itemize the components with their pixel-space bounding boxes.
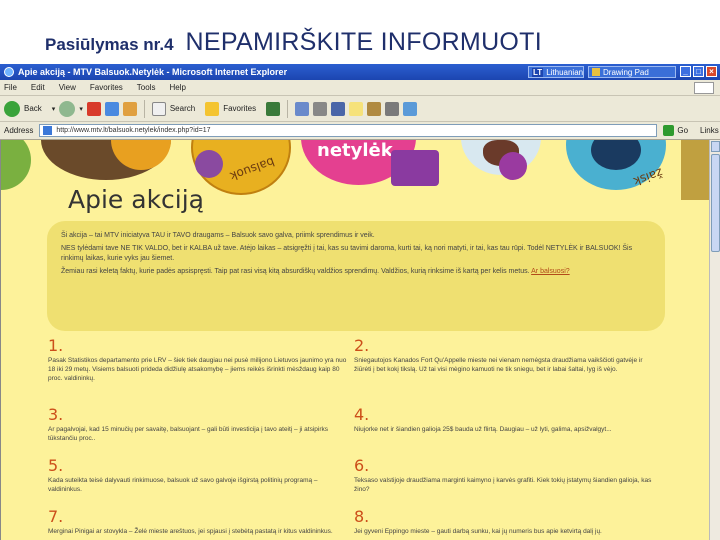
fact-item: 4. Niujorke net ir šiandien galioja 25$ …	[354, 405, 654, 434]
slide-title: Pasiūlymas nr.4 NEPAMIRŠKITE INFORMUOTI	[45, 28, 542, 64]
toolbar: Back ▾ ▾ Search Favorites	[0, 96, 720, 122]
banner-purple-dot-2	[499, 152, 527, 180]
edit-icon[interactable]	[331, 101, 346, 116]
fact-number: 2.	[354, 336, 370, 355]
back-arrow-icon[interactable]	[4, 100, 20, 117]
slide-title-prefix: Pasiūlymas nr.4	[45, 35, 174, 54]
window-title: Apie akciją - MTV Balsuok.Netylėk - Micr…	[18, 67, 288, 77]
go-arrow-icon	[663, 125, 675, 136]
windows-flag-icon	[694, 81, 714, 94]
menu-bar: File Edit View Favorites Tools Help	[0, 80, 720, 96]
history-icon[interactable]	[266, 101, 281, 116]
banner-green-left	[1, 140, 31, 190]
intro-paragraph: Ši akcija – tai MTV iniciatyva TAU ir TA…	[61, 232, 375, 239]
back-dropdown-icon[interactable]: ▾	[52, 105, 56, 113]
page-heading: Apie akciją	[68, 185, 204, 214]
fact-number: 7.	[48, 507, 64, 526]
fact-text: Merginai Pinigai ar stovykla – Želė mies…	[48, 528, 333, 535]
language-bar-lithuanian[interactable]: LT Lithuanian	[528, 66, 584, 78]
mtv-logo-box	[391, 150, 439, 186]
search-icon[interactable]	[151, 101, 166, 116]
internet-explorer-icon	[4, 67, 14, 77]
fact-number: 6.	[354, 456, 370, 475]
users-icon[interactable]	[403, 101, 418, 116]
menu-file[interactable]: File	[4, 83, 17, 92]
fact-text: Jei gyveni Eppingo mieste – gauti darbą …	[354, 528, 602, 535]
fact-number: 4.	[354, 405, 370, 424]
fact-number: 3.	[48, 405, 64, 424]
address-input[interactable]: http://www.mtv.lt/balsuok.netylek/index.…	[39, 124, 658, 137]
intro-paragraph: NES tylėdami tave NE TIK VALDO, bet ir K…	[61, 245, 633, 262]
fact-item: 1. Pasak Statistikos departamento prie L…	[48, 336, 348, 383]
drawing-pad-icon	[592, 68, 600, 76]
address-bar: Address http://www.mtv.lt/balsuok.netyle…	[0, 122, 720, 140]
folder-icon[interactable]	[349, 101, 364, 116]
menu-edit[interactable]: Edit	[31, 83, 45, 92]
fact-text: Niujorke net ir šiandien galioja 25$ bau…	[354, 426, 612, 433]
address-label: Address	[4, 126, 34, 135]
fact-item: 6. Teksaso valstijoje draudžiama margint…	[354, 456, 654, 494]
banner-right-edge	[681, 140, 709, 200]
fact-number: 5.	[48, 456, 64, 475]
intro-paragraph: Žemiau rasi keletą faktų, kurie padės ap…	[61, 268, 570, 275]
mail-icon[interactable]	[295, 101, 310, 116]
forward-dropdown-icon[interactable]: ▾	[79, 105, 83, 113]
banner-purple-dot	[195, 150, 223, 178]
fact-item: 5. Kada suteikta teisė dalyvauti rinkimu…	[48, 456, 348, 494]
research-icon[interactable]	[367, 101, 382, 116]
scrollbar-thumb[interactable]	[711, 154, 720, 252]
back-button[interactable]: Back	[24, 104, 42, 113]
title-bar: Apie akciją - MTV Balsuok.Netylėk - Micr…	[0, 64, 720, 80]
print-icon[interactable]	[313, 101, 328, 116]
fact-text: Sniegautojos Kanados Fort Qu'Appelle mie…	[354, 357, 643, 373]
menu-help[interactable]: Help	[169, 83, 185, 92]
minimize-button[interactable]: _	[680, 66, 691, 77]
messenger-icon[interactable]	[385, 101, 400, 116]
slide-title-main: NEPAMIRŠKITE INFORMUOTI	[185, 28, 542, 56]
fact-text: Teksaso valstijoje draudžiama marginti k…	[354, 477, 652, 493]
window-controls: _ □ ×	[680, 66, 717, 77]
menu-favorites[interactable]: Favorites	[90, 83, 123, 92]
fact-number: 8.	[354, 507, 370, 526]
fact-item: 2. Sniegautojos Kanados Fort Qu'Appelle …	[354, 336, 654, 374]
fact-number: 1.	[48, 336, 64, 355]
page-icon	[43, 126, 53, 135]
banner-word-netylek: netylėk	[317, 140, 393, 161]
stop-icon[interactable]	[86, 101, 101, 116]
vertical-scrollbar[interactable]	[709, 140, 720, 540]
links-button[interactable]: Links	[700, 126, 719, 135]
fact-item: 8. Jei gyveni Eppingo mieste – gauti dar…	[354, 507, 654, 536]
search-button[interactable]: Search	[170, 104, 195, 113]
vote-link[interactable]: Ar balsuosi?	[531, 268, 570, 275]
home-icon[interactable]	[122, 101, 137, 116]
close-button[interactable]: ×	[706, 66, 717, 77]
drawing-pad-button[interactable]: Drawing Pad	[588, 66, 676, 78]
go-button[interactable]: Go	[663, 125, 688, 136]
intro-box: Ši akcija – tai MTV iniciatyva TAU ir TA…	[47, 221, 665, 331]
menu-tools[interactable]: Tools	[137, 83, 156, 92]
fact-text: Pasak Statistikos departamento prie LRV …	[48, 357, 347, 382]
menu-view[interactable]: View	[59, 83, 76, 92]
address-url: http://www.mtv.lt/balsuok.netylek/index.…	[56, 127, 211, 134]
fact-item: 7. Merginai Pinigai ar stovykla – Želė m…	[48, 507, 348, 536]
favorites-star-icon[interactable]	[205, 101, 220, 116]
scroll-up-arrow-icon[interactable]	[711, 141, 720, 152]
favorites-button[interactable]: Favorites	[223, 104, 256, 113]
maximize-button[interactable]: □	[693, 66, 704, 77]
fact-item: 3. Ar pagalvojai, kad 15 minučių per sav…	[48, 405, 348, 443]
forward-arrow-icon[interactable]	[59, 100, 76, 117]
refresh-icon[interactable]	[104, 101, 119, 116]
fact-text: Kada suteikta teisė dalyvauti rinkimuose…	[48, 477, 318, 493]
page-viewport: balsuok netylėk žaisk Apie akciją Ši akc…	[0, 140, 709, 540]
fact-text: Ar pagalvojai, kad 15 minučių per savait…	[48, 426, 329, 442]
